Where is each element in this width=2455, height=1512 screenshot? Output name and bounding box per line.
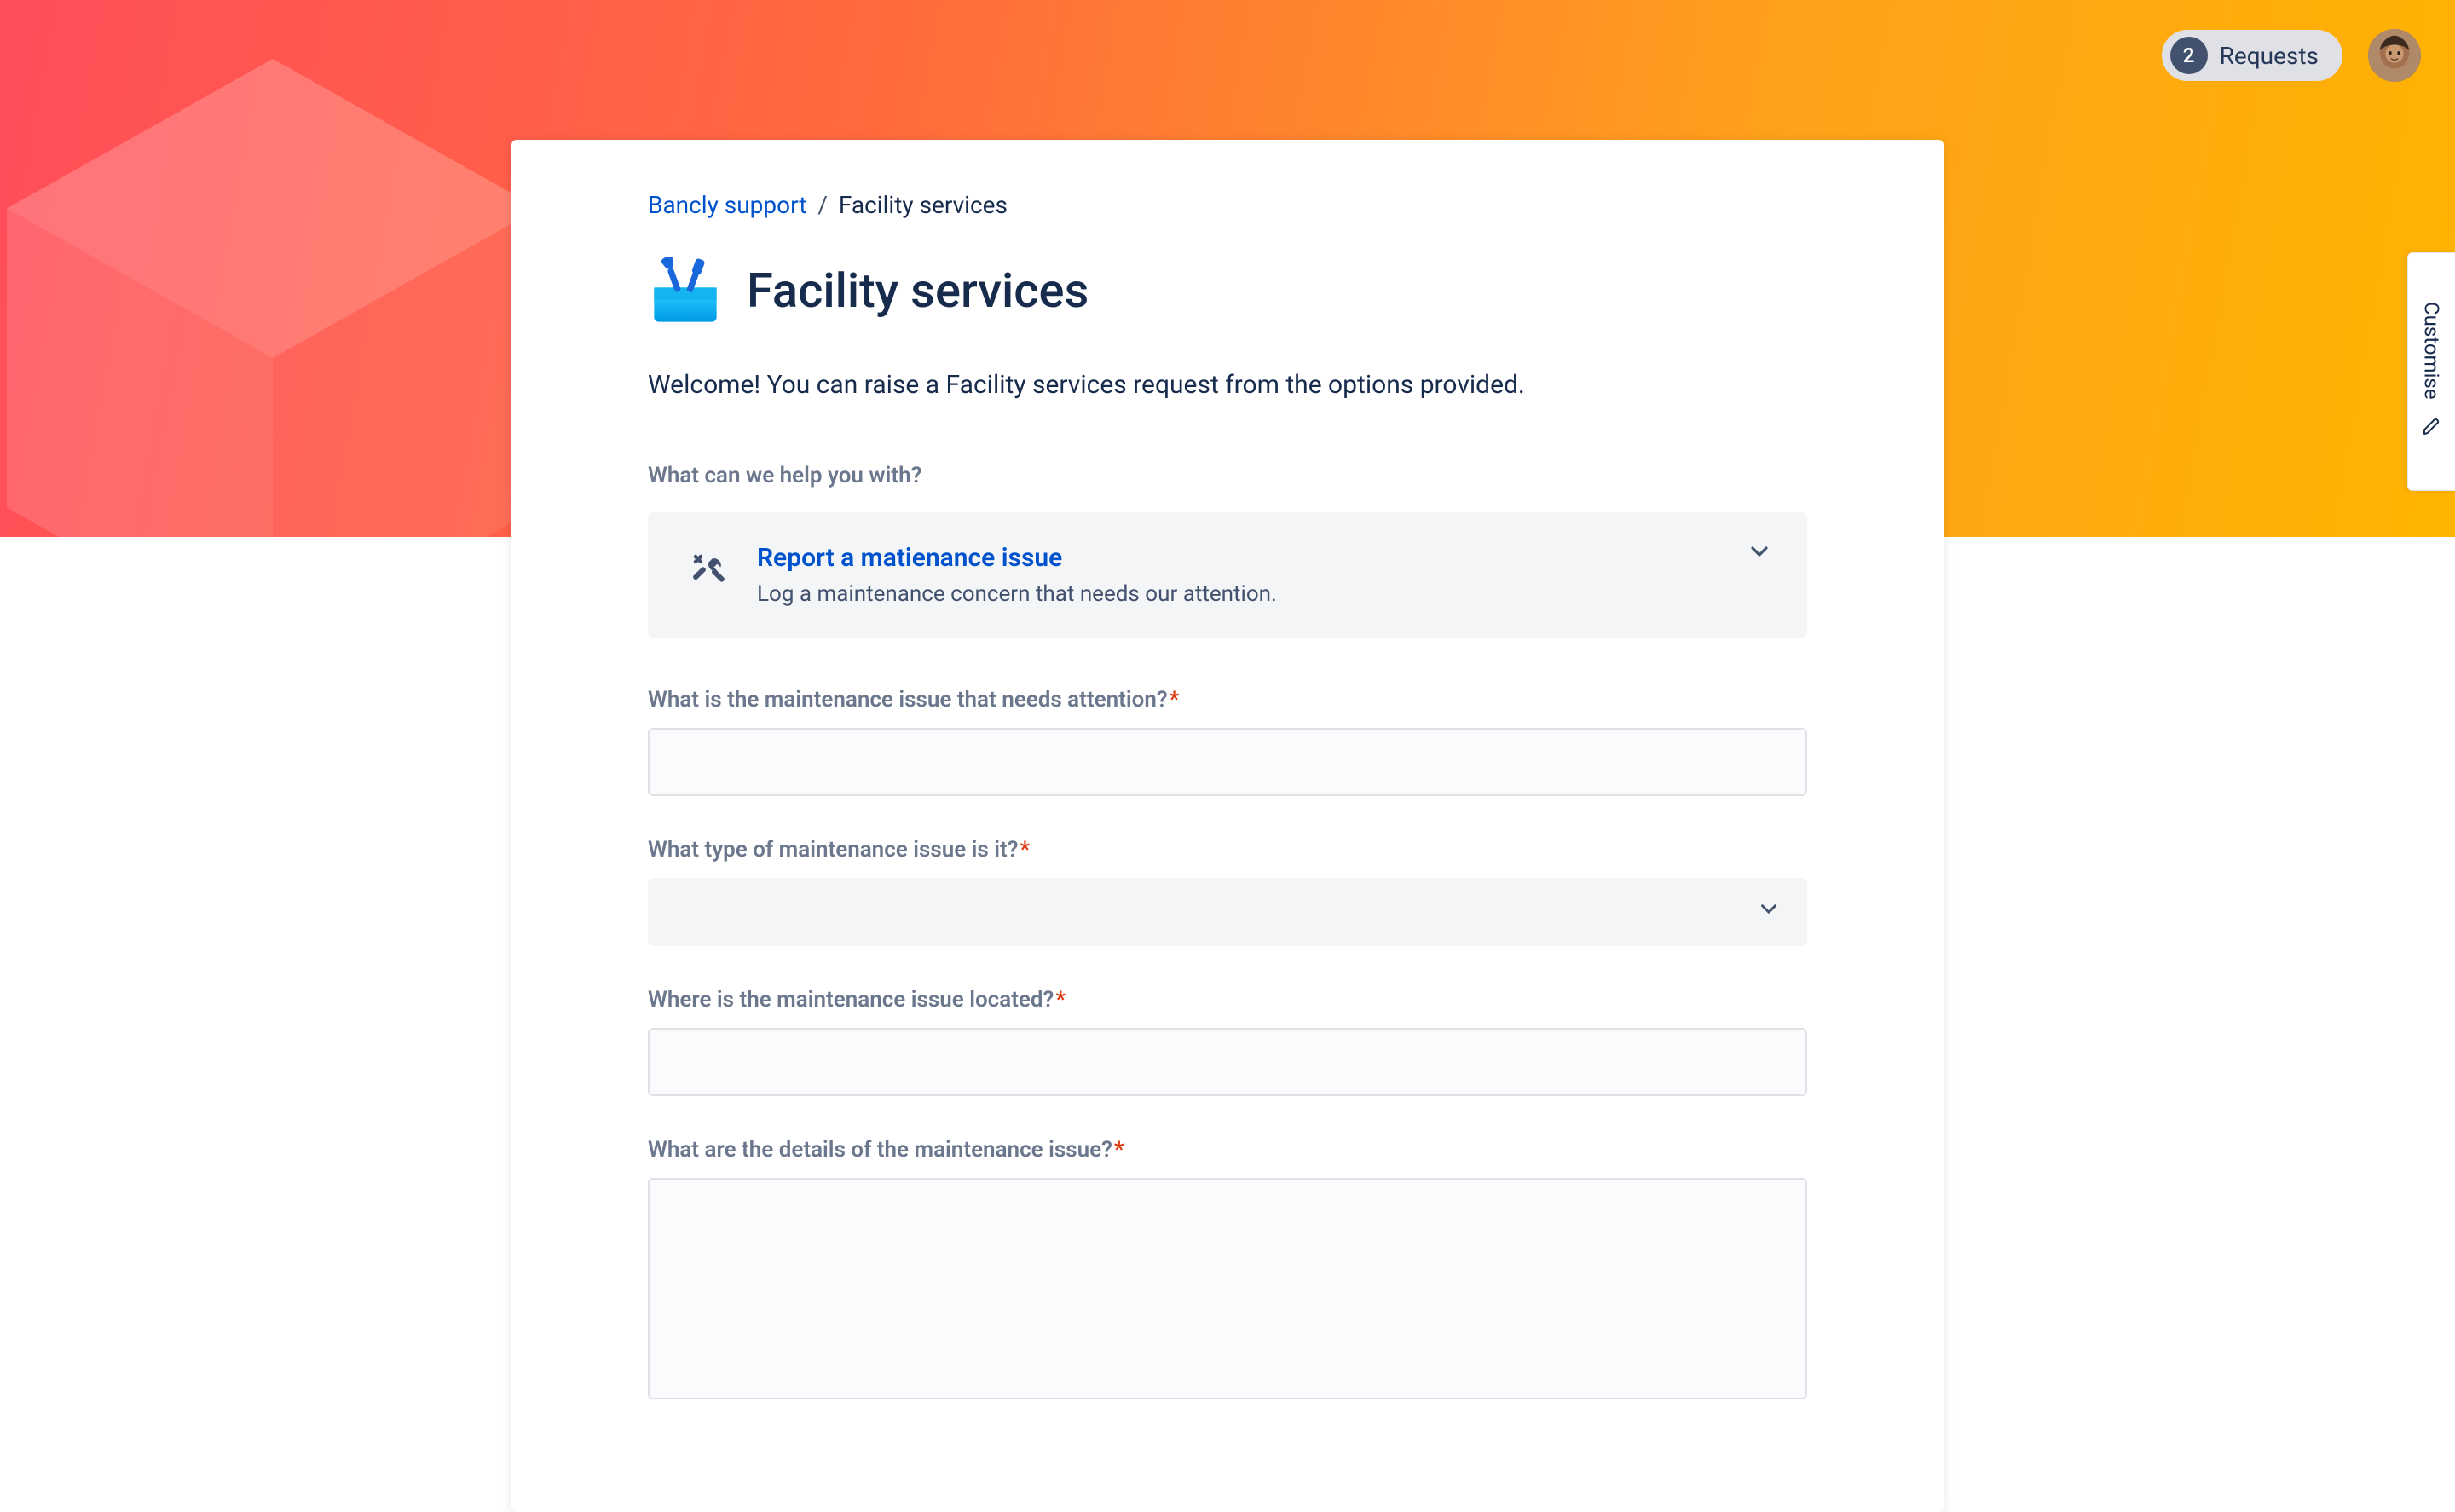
wrench-screwdriver-icon bbox=[687, 548, 728, 589]
request-type-selector[interactable]: Report a matienance issue Log a maintena… bbox=[648, 512, 1807, 638]
requests-count-badge: 2 bbox=[2170, 37, 2208, 74]
breadcrumb-root-link[interactable]: Bancly support bbox=[648, 191, 806, 219]
breadcrumb-separator: / bbox=[817, 191, 828, 219]
customise-tab[interactable]: Customise bbox=[2407, 252, 2455, 491]
breadcrumb: Bancly support / Facility services bbox=[648, 191, 1807, 219]
field-label-type: What type of maintenance issue is it?* bbox=[648, 837, 1807, 863]
field-label-details: What are the details of the maintenance … bbox=[648, 1137, 1807, 1163]
help-section-label: What can we help you with? bbox=[648, 463, 1807, 488]
toolbox-icon bbox=[648, 253, 723, 328]
pencil-icon bbox=[2422, 416, 2442, 441]
page-title: Facility services bbox=[747, 263, 1089, 319]
requests-button[interactable]: 2 Requests bbox=[2162, 30, 2342, 81]
chevron-down-icon bbox=[1746, 538, 1773, 568]
request-type-description: Log a maintenance concern that needs our… bbox=[757, 581, 1773, 607]
field-label-location: Where is the maintenance issue located?* bbox=[648, 987, 1807, 1013]
request-type-title: Report a matienance issue bbox=[757, 543, 1773, 573]
details-textarea[interactable] bbox=[648, 1178, 1807, 1399]
main-card: Bancly support / Facility services bbox=[511, 140, 1944, 1512]
avatar[interactable] bbox=[2368, 29, 2421, 82]
requests-label: Requests bbox=[2220, 42, 2319, 70]
location-input[interactable] bbox=[648, 1028, 1807, 1096]
welcome-text: Welcome! You can raise a Facility servic… bbox=[648, 367, 1807, 403]
field-label-issue: What is the maintenance issue that needs… bbox=[648, 687, 1807, 713]
type-select[interactable] bbox=[648, 878, 1807, 946]
breadcrumb-current: Facility services bbox=[839, 191, 1008, 219]
customise-label: Customise bbox=[2420, 302, 2444, 400]
chevron-down-icon bbox=[1756, 897, 1782, 928]
issue-input[interactable] bbox=[648, 728, 1807, 796]
